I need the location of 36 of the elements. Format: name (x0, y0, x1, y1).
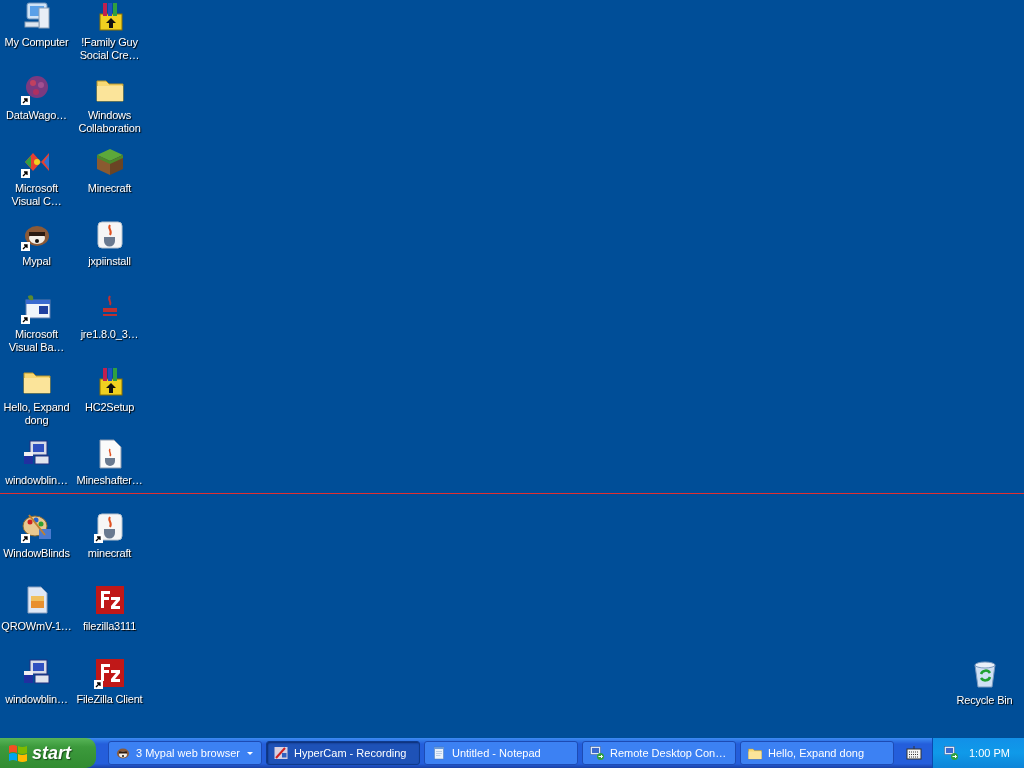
filezilla-icon (93, 584, 126, 616)
desktop-icon-label[interactable]: Mineshafter… (76, 474, 143, 487)
desktop-icon-label[interactable]: Minecraft (87, 182, 132, 195)
taskbar-button[interactable]: Hello, Expand dong (740, 741, 894, 765)
desktop-icon-label[interactable]: HC2Setup (84, 401, 135, 414)
remote-desktop-icon (589, 745, 605, 761)
desktop-icon-label[interactable]: filezilla3111 (82, 620, 137, 633)
notepad-icon (431, 745, 447, 761)
desktop-icon-label[interactable]: FileZilla Client (76, 693, 143, 706)
desktop-icon-label[interactable]: Recycle Bin (956, 694, 1013, 707)
desktop-icon-label[interactable]: Mypal (22, 255, 51, 268)
filezilla-icon (93, 657, 126, 689)
desktop-icon-label[interactable]: minecraft (87, 547, 132, 560)
desktop-icon-label[interactable]: My Computer (4, 36, 69, 49)
desktop-icon-label[interactable]: DataWago… (6, 109, 67, 122)
desktop-icon-label[interactable]: Hello, Expand dong (0, 401, 73, 427)
desktop-icon-label[interactable]: jxpiinstall (88, 255, 131, 268)
taskbar-button[interactable]: Remote Desktop Con… (582, 741, 736, 765)
desktop-icon-label[interactable]: !Family Guy Social Cre… (73, 36, 146, 62)
taskbar-button[interactable]: 3 Mypal web browser (108, 741, 262, 765)
desktop-icon-label[interactable]: jre1.8.0_3… (80, 328, 139, 341)
desktop-icon-label[interactable]: WindowBlinds (3, 547, 70, 560)
windows-flag-icon (8, 743, 28, 763)
desktop-icon-label[interactable]: windowblin… (5, 474, 68, 487)
start-button[interactable]: start (0, 738, 96, 768)
desktop-icon-label[interactable]: windowblin… (5, 693, 68, 706)
network-icon[interactable] (943, 745, 959, 761)
desktop-icon-label[interactable]: Windows Collaboration (73, 109, 146, 135)
desktop-icon-label[interactable]: Microsoft Visual C… (0, 182, 73, 208)
taskbar-button[interactable]: HyperCam - Recording (266, 741, 420, 765)
folder-icon (747, 745, 763, 761)
keyboard-icon[interactable] (906, 746, 922, 760)
taskbar-button[interactable]: Untitled - Notepad (424, 741, 578, 765)
desktop-icon-label[interactable]: QROWmV-1… (1, 620, 72, 633)
desktop-icon-label[interactable]: Microsoft Visual Ba… (0, 328, 73, 354)
paint-brush-icon (273, 745, 289, 761)
